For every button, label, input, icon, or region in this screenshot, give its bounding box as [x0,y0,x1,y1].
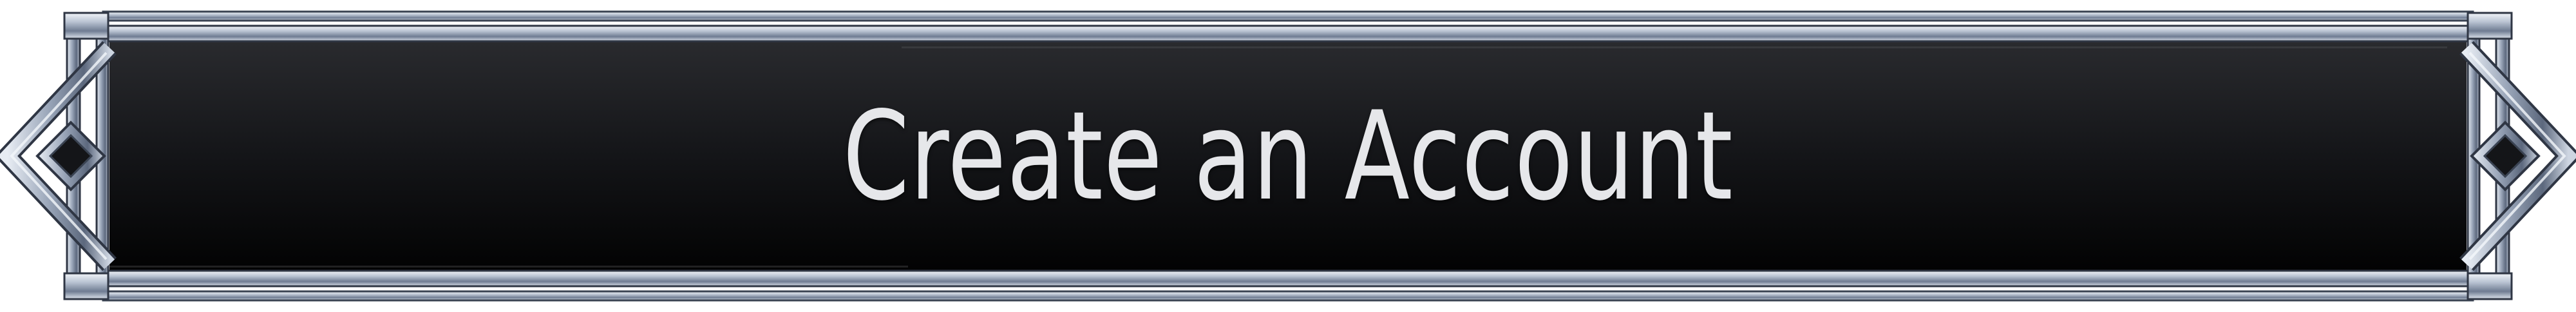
diamond-ornament-icon [2470,121,2541,191]
button-frame [0,10,2576,302]
diamond-ornament-icon [35,121,106,191]
create-account-button[interactable]: Create an Account [0,0,2576,312]
